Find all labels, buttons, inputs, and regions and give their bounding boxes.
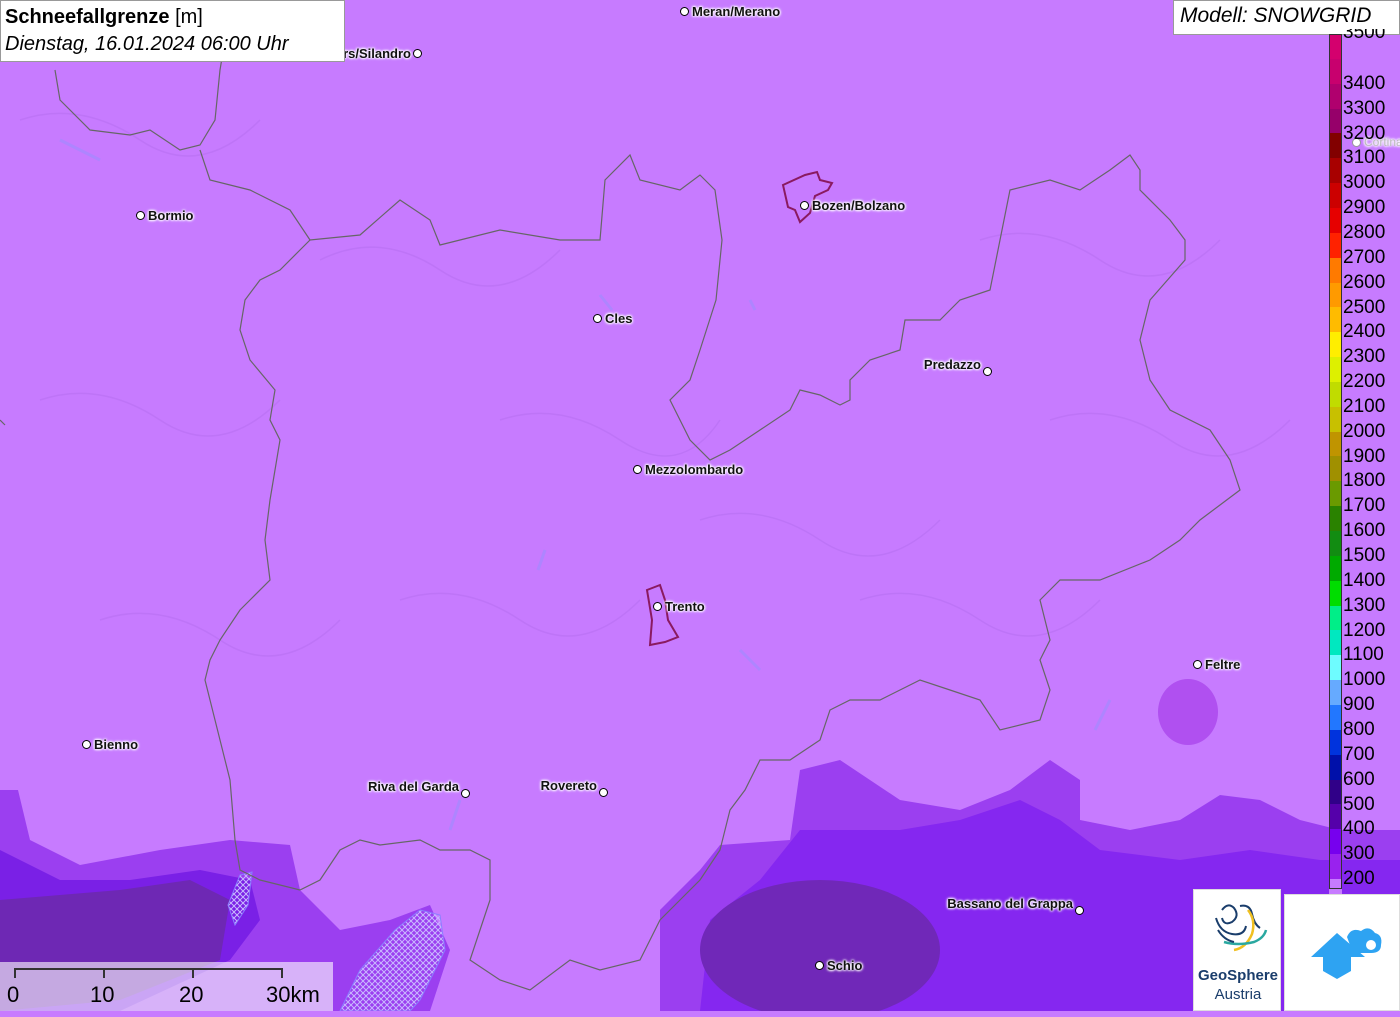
legend-label: 600 — [1343, 768, 1375, 790]
map-title: Schneefallgrenze [m] — [5, 4, 344, 30]
legend-label: 3100 — [1343, 147, 1386, 169]
legend-label: 2400 — [1343, 321, 1386, 343]
city-label: Bozen/Bolzano — [812, 198, 906, 213]
map-title-main: Schneefallgrenze — [5, 6, 170, 28]
city-label: Predazzo — [923, 357, 981, 372]
legend-label: 500 — [1343, 793, 1375, 815]
legend-label: 700 — [1343, 743, 1375, 765]
legend-label: 1200 — [1343, 619, 1386, 641]
legend-label: 2300 — [1343, 346, 1386, 368]
city-dot — [413, 49, 422, 58]
legend-colorbar — [1329, 34, 1342, 889]
city-label: Bienno — [94, 737, 139, 752]
legend-label: 2100 — [1343, 395, 1386, 417]
city-label: Trento — [665, 599, 705, 614]
city-label: Mezzolombardo — [645, 462, 744, 477]
scale-label: 10 — [90, 982, 115, 1007]
color-legend: 3500 3400 3300 3200 3100 3000 2900 2800 2700 2600… — [1329, 29, 1400, 913]
city-dot — [461, 789, 470, 798]
legend-label: 3500 — [1343, 29, 1386, 43]
legend-label: 1600 — [1343, 520, 1386, 542]
legend-label: 1300 — [1343, 594, 1386, 616]
city-dot — [1075, 906, 1084, 915]
city-dot — [136, 211, 145, 220]
scale-label: 20 — [179, 982, 204, 1007]
map-title-box: Schneefallgrenze [m] Dienstag, 16.01.202… — [0, 0, 345, 62]
city-dot — [593, 314, 602, 323]
city-dot — [680, 7, 689, 16]
legend-label: 2000 — [1343, 420, 1386, 442]
legend-label: 3400 — [1343, 72, 1386, 94]
city-label: Schio — [827, 958, 863, 973]
legend-label: 1100 — [1343, 644, 1384, 666]
scale-tick — [103, 968, 105, 978]
legend-label: 800 — [1343, 718, 1375, 740]
snowfall-map[interactable] — [0, 0, 1400, 1011]
geosphere-name: GeoSphere — [1197, 967, 1279, 984]
scale-label: 30km — [266, 982, 320, 1007]
scale-tick — [192, 968, 194, 978]
scale-bar: 0 10 20 30km — [0, 962, 333, 1011]
legend-label: 3000 — [1343, 172, 1386, 194]
legend-label: 1000 — [1343, 669, 1386, 691]
city-label: Meran/Merano — [692, 4, 781, 19]
city-label: Cles — [605, 311, 633, 326]
legend-label: 2600 — [1343, 271, 1386, 293]
geosphere-emblem-icon — [1215, 904, 1268, 952]
weather-app-logo[interactable] — [1284, 894, 1400, 1011]
scale-tick — [14, 968, 16, 978]
city-label: Riva del Garda — [367, 779, 459, 794]
scale-line — [14, 968, 282, 970]
legend-label: 300 — [1343, 843, 1375, 865]
legend-label: 3300 — [1343, 97, 1386, 119]
city-label: Feltre — [1205, 657, 1241, 672]
legend-label: 1800 — [1343, 470, 1386, 492]
zone-200m-feltre — [1158, 679, 1218, 745]
legend-label: 1700 — [1343, 495, 1386, 517]
map-title-unit: [m] — [175, 6, 203, 28]
legend-label: 400 — [1343, 818, 1375, 840]
legend-label: 1400 — [1343, 569, 1386, 591]
legend-label: 2200 — [1343, 371, 1386, 393]
city-dot — [1193, 660, 1202, 669]
map-datetime: Dienstag, 16.01.2024 06:00 Uhr — [5, 33, 289, 55]
legend-label: 2800 — [1343, 221, 1386, 243]
geosphere-subtitle: Austria — [1214, 986, 1262, 1003]
city-dot — [633, 465, 642, 474]
legend-label: 2700 — [1343, 246, 1386, 268]
city-label: Bormio — [148, 208, 194, 223]
legend-label: 900 — [1343, 694, 1375, 716]
city-dot — [653, 602, 662, 611]
scale-tick — [281, 968, 283, 978]
city-dot — [82, 740, 91, 749]
legend-label: 2900 — [1343, 197, 1386, 219]
geosphere-logo[interactable]: GeoSphere Austria — [1193, 889, 1281, 1011]
city-label: Rovereto — [540, 778, 597, 793]
city-dot — [599, 788, 608, 797]
legend-label: 2500 — [1343, 296, 1386, 318]
legend-label: 1900 — [1343, 445, 1386, 467]
city-dot — [983, 367, 992, 376]
city-label: Bassano del Grappa — [947, 896, 1073, 911]
legend-label: 1500 — [1343, 545, 1386, 566]
city-dot — [800, 201, 809, 210]
cloud-arrow-icon — [1311, 928, 1382, 979]
scale-label: 0 — [7, 982, 20, 1007]
legend-label: 3200 — [1343, 122, 1386, 144]
legend-label: 200 — [1343, 868, 1375, 890]
city-dot — [815, 961, 824, 970]
